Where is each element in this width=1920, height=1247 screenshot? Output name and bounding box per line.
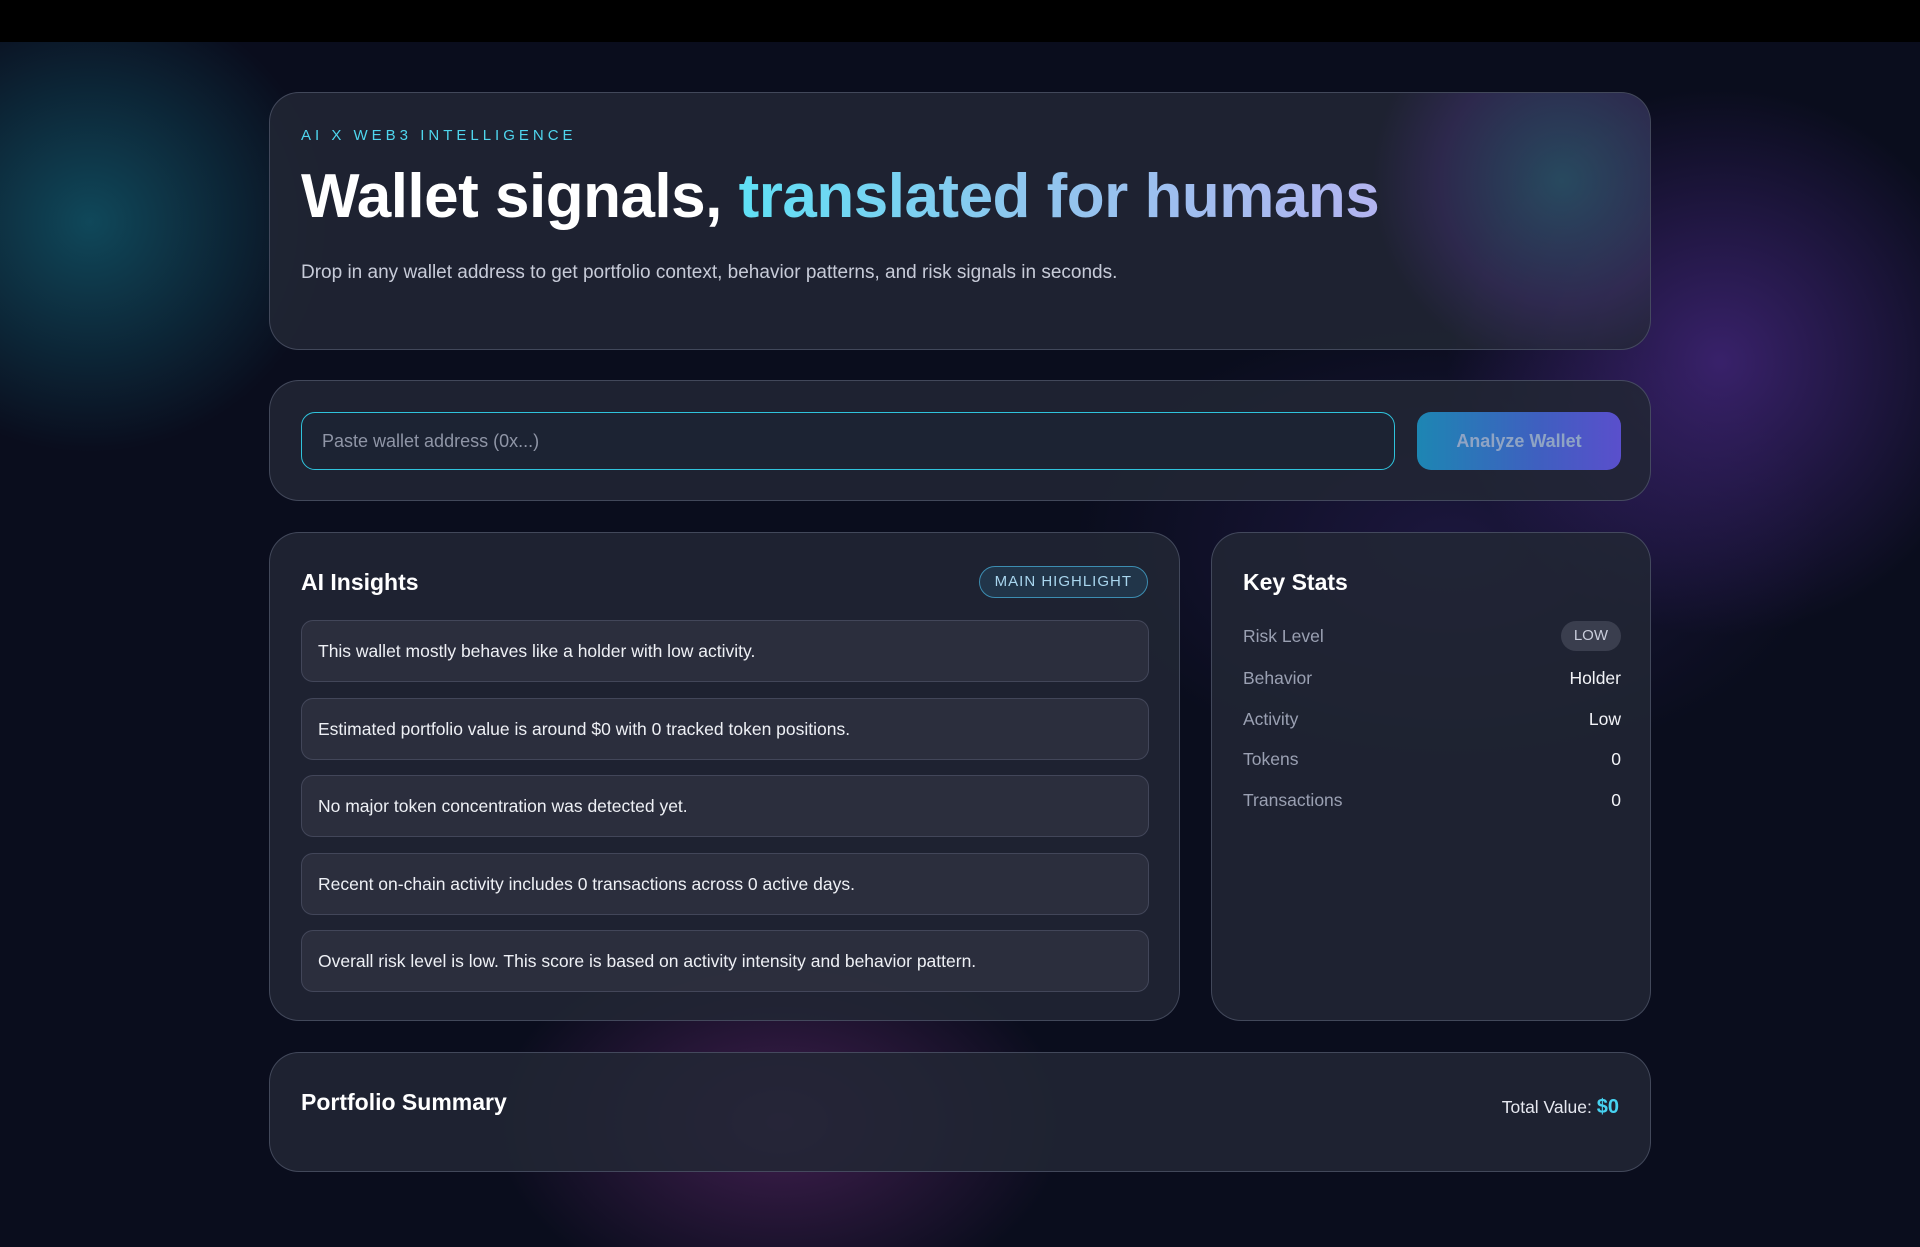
insight-item: Estimated portfolio value is around $0 w… <box>301 697 1149 760</box>
total-value-amount: $0 <box>1596 1096 1619 1118</box>
hero-subtitle: Drop in any wallet address to get portfo… <box>301 262 1118 283</box>
ai-insights-card: AI Insights MAIN HIGHLIGHT This wallet m… <box>269 532 1180 1021</box>
top-bar <box>0 0 1920 42</box>
hero-title: Wallet signals, translated for humans <box>301 161 1380 232</box>
hero-eyebrow: AI X WEB3 INTELLIGENCE <box>301 127 577 144</box>
analyze-wallet-button[interactable]: Analyze Wallet <box>1417 412 1621 470</box>
search-card: Analyze Wallet <box>269 380 1651 501</box>
stat-label: Transactions <box>1243 790 1343 810</box>
portfolio-summary-title: Portfolio Summary <box>301 1089 507 1115</box>
stat-value: Holder <box>1569 668 1621 688</box>
stat-value: 0 <box>1611 749 1621 769</box>
hero-title-main: Wallet signals, <box>301 162 739 231</box>
stat-row-tokens: Tokens 0 <box>1243 744 1621 774</box>
stat-row-risk-level: Risk Level LOW <box>1243 621 1621 651</box>
total-value-label: Total Value: <box>1501 1097 1592 1117</box>
hero-card: AI X WEB3 INTELLIGENCE Wallet signals, t… <box>269 92 1651 350</box>
risk-level-badge: LOW <box>1560 621 1621 651</box>
stat-value: Low <box>1588 709 1621 729</box>
stat-row-behavior: Behavior Holder <box>1243 663 1621 693</box>
insight-item: Overall risk level is low. This score is… <box>301 930 1149 992</box>
stat-label: Risk Level <box>1243 626 1324 646</box>
insight-item: No major token concentration was detecte… <box>301 775 1149 837</box>
insight-list: This wallet mostly behaves like a holder… <box>301 620 1149 1008</box>
total-value: Total Value: $0 <box>1502 1096 1619 1119</box>
key-stats-title: Key Stats <box>1243 569 1348 595</box>
stat-value: 0 <box>1611 790 1621 810</box>
wallet-address-input[interactable] <box>301 412 1395 470</box>
portfolio-summary-card: Portfolio Summary Total Value: $0 <box>269 1052 1651 1172</box>
stat-label: Tokens <box>1243 749 1299 769</box>
stat-label: Behavior <box>1243 668 1313 688</box>
insight-item: This wallet mostly behaves like a holder… <box>301 620 1149 682</box>
stat-row-transactions: Transactions 0 <box>1243 785 1621 815</box>
stat-label: Activity <box>1243 709 1299 729</box>
hero-title-accent: translated for humans <box>738 162 1380 231</box>
stat-row-activity: Activity Low <box>1243 704 1621 734</box>
ai-insights-title: AI Insights <box>301 569 419 595</box>
key-stats-card: Key Stats Risk Level LOW Behavior Holder… <box>1211 532 1651 1021</box>
main-highlight-badge: MAIN HIGHLIGHT <box>978 566 1148 598</box>
insight-item: Recent on-chain activity includes 0 tran… <box>301 852 1149 915</box>
